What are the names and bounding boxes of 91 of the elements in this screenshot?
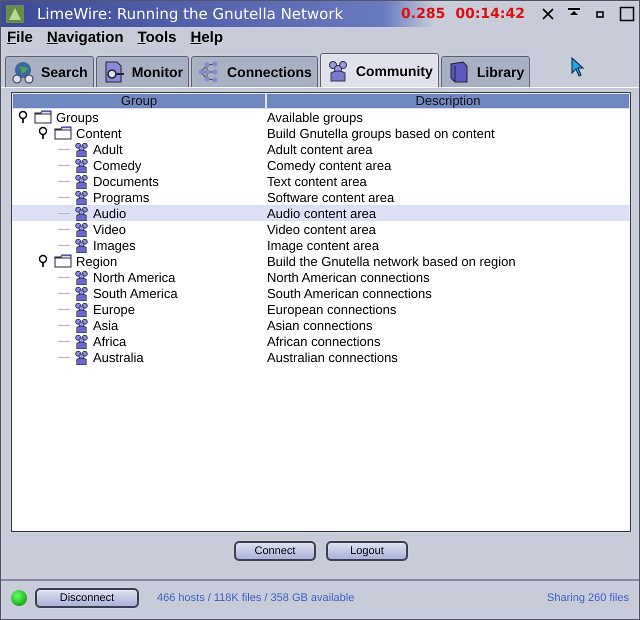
people-icon (74, 350, 89, 364)
table-row[interactable]: Adult Adult content area (12, 141, 630, 157)
group-name: North America (93, 270, 176, 284)
group-description: Available groups (267, 110, 363, 124)
group-name: Audio (93, 206, 126, 220)
mouse-cursor-icon (571, 57, 585, 77)
people-icon (74, 238, 89, 252)
group-name: Video (93, 222, 126, 236)
tree-toggle-icon[interactable] (38, 254, 48, 268)
menu-item[interactable]: Navigation (46, 29, 124, 47)
tab[interactable]: Connections (191, 56, 318, 87)
group-description: Text content area (267, 174, 367, 188)
people-icon (74, 334, 89, 348)
group-description: Asian connections (267, 318, 373, 332)
table-row[interactable]: Video Video content area (12, 221, 630, 237)
table-row[interactable]: Content Build Gnutella groups based on content (12, 125, 630, 141)
group-name: Africa (93, 334, 126, 348)
people-icon (74, 302, 89, 316)
group-name: Groups (56, 110, 99, 124)
group-description: North American connections (267, 270, 430, 284)
group-description: South American connections (267, 286, 432, 300)
table-row[interactable]: Groups Available groups (12, 109, 630, 125)
table-row[interactable]: North America North American connections (12, 269, 630, 285)
table-row[interactable]: Comedy Comedy content area (12, 157, 630, 173)
people-icon (74, 158, 89, 172)
group-description: Australian connections (267, 350, 398, 364)
group-description: Build the Gnutella network based on region (267, 254, 516, 268)
people-icon (74, 190, 89, 204)
group-description: Audio content area (267, 206, 376, 220)
group-name: Adult (93, 142, 123, 156)
folder-icon (34, 110, 52, 124)
people-icon (74, 270, 89, 284)
folder-icon (54, 254, 72, 268)
group-name: Programs (93, 190, 150, 204)
group-description: Video content area (267, 222, 376, 236)
table-row[interactable]: Asia Asian connections (12, 317, 630, 333)
group-description: Software content area (267, 190, 394, 204)
group-name: Comedy (93, 158, 142, 172)
maximize-icon[interactable] (619, 6, 635, 22)
tab[interactable]: Community (320, 53, 439, 87)
group-name: Documents (93, 174, 159, 188)
column-header[interactable]: Group (12, 93, 266, 109)
table-row[interactable]: South America South American connections (12, 285, 630, 301)
group-name: Asia (93, 318, 118, 332)
table-row[interactable]: Region Build the Gnutella network based on region (12, 253, 630, 269)
table-row[interactable]: Images Image content area (12, 237, 630, 253)
table-row[interactable]: Australia Australian connections (12, 349, 630, 365)
people-icon (74, 222, 89, 236)
table-row[interactable]: Africa African connections (12, 333, 630, 349)
group-name: Europe (93, 302, 135, 316)
globe-icon (11, 60, 35, 84)
group-name: Images (93, 238, 136, 252)
tab[interactable]: Search (5, 56, 94, 87)
tree-toggle-icon[interactable] (38, 126, 48, 140)
group-description: Build Gnutella groups based on content (267, 126, 495, 140)
group-name: Region (76, 254, 118, 268)
network-stats: 466 hosts / 118K files / 358 GB available (157, 592, 354, 604)
table-row[interactable]: Programs Software content area (12, 189, 630, 205)
group-name: Content (76, 126, 122, 140)
lime-logo-icon (5, 4, 25, 24)
table-row[interactable]: Audio Audio content area (12, 205, 630, 221)
group-description: European connections (267, 302, 396, 316)
group-name: Australia (93, 350, 144, 364)
group-description: Comedy content area (267, 158, 392, 172)
group-description: African connections (267, 334, 380, 348)
table-row[interactable]: Documents Text content area (12, 173, 630, 189)
table-row[interactable]: Europe European connections (12, 301, 630, 317)
people-icon (74, 318, 89, 332)
people-icon (74, 142, 89, 156)
action-button[interactable]: Logout (326, 541, 408, 561)
people-icon (74, 286, 89, 300)
people-icon (74, 206, 89, 220)
folder-icon (54, 126, 72, 140)
column-header[interactable]: Description (266, 93, 630, 109)
group-description: Adult content area (267, 142, 373, 156)
tree-toggle-icon[interactable] (18, 110, 28, 124)
window-title: LimeWire: Running the Gnutella Network (37, 5, 344, 23)
menu-item[interactable]: Help (190, 29, 223, 47)
stat-text: 00:14:42 (455, 6, 525, 22)
people-icon (74, 174, 89, 188)
group-name: South America (93, 286, 178, 300)
tab[interactable]: Monitor (96, 56, 190, 87)
close-icon[interactable] (541, 7, 555, 21)
sharing-count: Sharing 260 files (547, 592, 629, 604)
menu-item[interactable]: File (7, 29, 33, 47)
stat-text: 0.285 (401, 6, 446, 22)
group-description: Image content area (267, 238, 380, 252)
tab[interactable]: Library (440, 56, 530, 87)
menu-item[interactable]: Tools (138, 29, 176, 47)
action-button[interactable]: Connect (234, 541, 316, 561)
disconnect-button[interactable]: Disconnect (35, 588, 139, 608)
